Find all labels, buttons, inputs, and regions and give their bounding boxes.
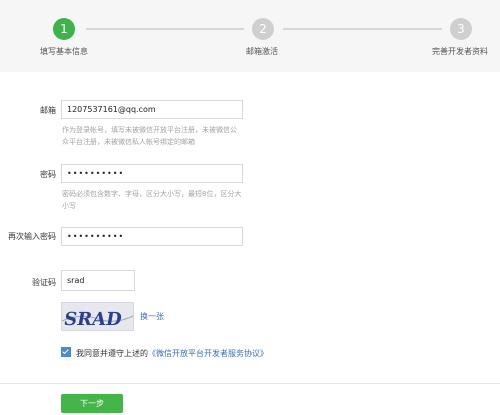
captcha-label: 验证码 [32,278,56,287]
next-step-button[interactable]: 下一步 [61,394,123,413]
step-3-label: 完善开发者资料 [432,47,488,56]
agreement-link[interactable]: 《微信开放平台开发者服务协议》 [148,349,268,358]
agree-checkbox[interactable] [61,347,71,357]
captcha-input[interactable]: srad [61,270,135,291]
email-hint: 作为登录帐号，填写未被微信开放平台注册，未被微信公众平台注册，未被微信私人帐号绑… [62,126,237,146]
email-label: 邮箱 [40,106,56,115]
step-1-indicator: 1 [53,18,75,40]
confirm-password-field[interactable]: •••••••••• [61,227,243,246]
confirm-password-label: 再次输入密码 [8,232,56,241]
password-hint: 密码必须包含数字、字母，区分大小写，最短8位，区分大小写 [62,190,242,210]
refresh-captcha-link[interactable]: 换一张 [140,311,164,322]
registration-stepper: 1 2 3 填写基本信息 邮箱激活 完善开发者资料 [0,0,500,72]
step-connector-1 [86,28,244,30]
captcha-image[interactable]: SRAD [61,302,134,331]
captcha-image-graphic: SRAD [62,309,133,330]
agree-text: 我同意并遵守上述的 [76,349,148,358]
password-field[interactable]: •••••••••• [61,164,243,183]
step-1-label: 填写基本信息 [40,47,88,56]
captcha-image-text: SRAD [62,309,123,330]
footer-divider [0,383,500,384]
step-connector-2 [283,28,442,30]
agreement-row: 我同意并遵守上述的《微信开放平台开发者服务协议》 [61,347,268,359]
step-2-label: 邮箱激活 [246,47,278,56]
step-2-indicator: 2 [252,18,274,40]
step-3-indicator: 3 [450,18,472,40]
email-field[interactable]: 1207537161@qq.com [61,100,243,119]
password-label: 密码 [40,170,56,179]
